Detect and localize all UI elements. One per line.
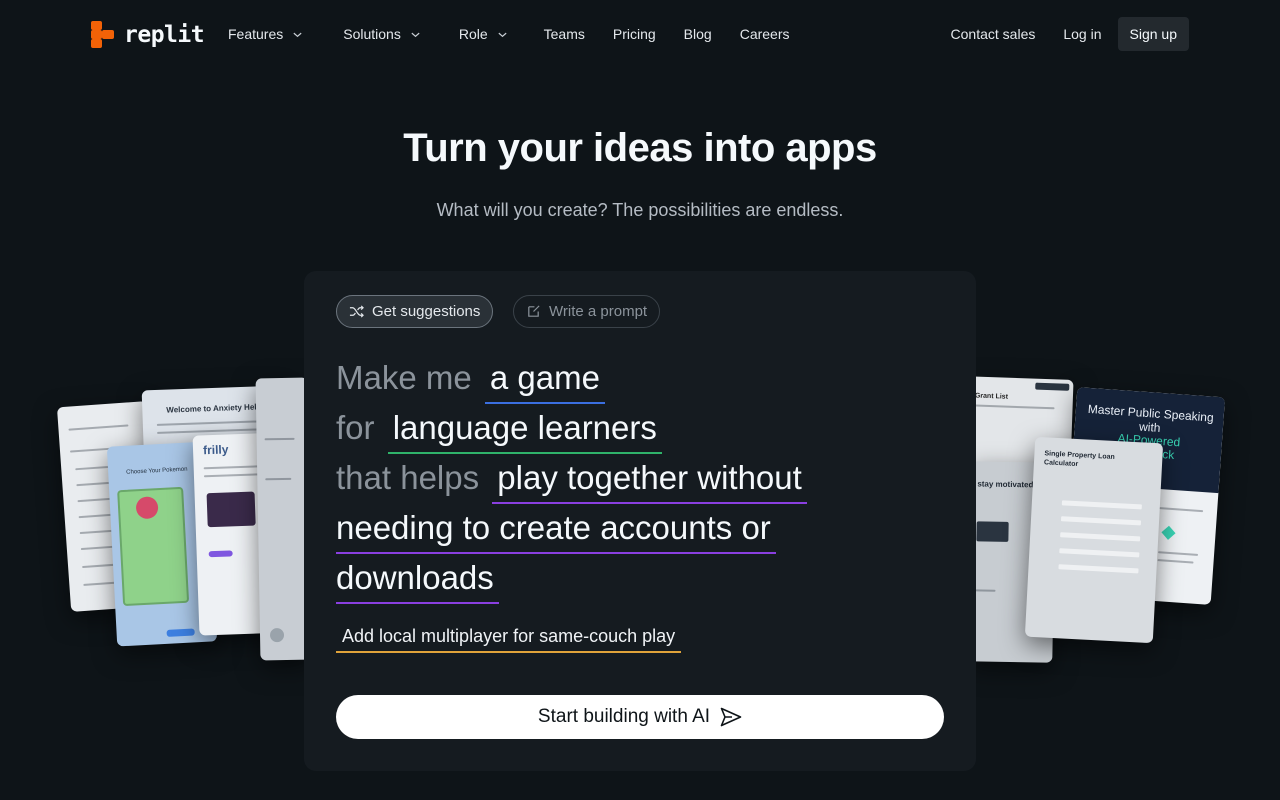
nav-item-label: Careers <box>739 26 790 42</box>
nav-item-teams[interactable]: Teams <box>544 24 585 44</box>
chip-label: Get suggestions <box>372 303 481 320</box>
send-icon <box>720 707 742 727</box>
prompt-line: for language learners <box>336 403 956 454</box>
prompt-answer-how-end[interactable]: downloads <box>336 553 499 604</box>
nav-item-careers[interactable]: Careers <box>740 24 790 44</box>
contact-sales-link[interactable]: Contact sales <box>951 26 1036 42</box>
nav-item-solutions[interactable]: Solutions <box>343 24 421 44</box>
shuffle-icon <box>349 305 364 318</box>
answer-text: language learners <box>392 409 657 446</box>
nav-item-label: Blog <box>683 26 712 42</box>
get-suggestions-chip[interactable]: Get suggestions <box>336 295 494 328</box>
prompt-answer-what[interactable]: a game <box>484 353 605 404</box>
prompt-lead: Make me <box>336 359 472 396</box>
card-logo: frilly <box>202 442 229 458</box>
write-prompt-chip[interactable]: Write a prompt <box>513 295 661 328</box>
nav-item-label: Pricing <box>612 26 656 42</box>
top-navigation: replit Features Solutions Role Teams Pri… <box>0 0 1280 68</box>
hero-subtitle: What will you create? The possibilities … <box>436 200 844 220</box>
replit-logo-icon <box>91 21 114 48</box>
card-title: Welcome to Anxiety Helper <box>166 402 270 415</box>
nav-item-label: Teams <box>543 26 585 42</box>
prompt-builder: Get suggestions Write a prompt Make me a… <box>304 271 976 771</box>
nav-item-label: Features <box>228 26 284 42</box>
sign-up-button[interactable]: Sign up <box>1117 17 1189 51</box>
prompt-lead: that helps <box>336 459 480 496</box>
prompt-lead: for <box>336 409 375 446</box>
answer-text: play together without <box>497 459 802 496</box>
answer-text: downloads <box>336 559 494 596</box>
chip-label: Write a prompt <box>549 303 648 320</box>
nav-item-label: Solutions <box>343 26 401 42</box>
log-in-link[interactable]: Log in <box>1063 26 1101 42</box>
prompt-line: that helps play together without <box>336 453 956 504</box>
nav-item-role[interactable]: Role <box>459 24 508 44</box>
card-title: Single Property Loan Calculator <box>1043 450 1115 469</box>
answer-text: needing to create accounts or <box>336 509 771 546</box>
nav-item-label: Role <box>458 26 488 42</box>
nav-item-features[interactable]: Features <box>228 24 303 44</box>
prompt-answer-who[interactable]: language learners <box>387 403 662 454</box>
prompt-answer-how-cont[interactable]: needing to create accounts or <box>336 503 776 554</box>
suggestion-pill[interactable]: Add local multiplayer for same-couch pla… <box>336 626 682 653</box>
replit-logo[interactable]: replit <box>91 21 205 48</box>
card-title: Choose Your Pokemon <box>126 466 188 476</box>
main-menu: Features Solutions Role Teams Pricing Bl… <box>228 24 818 44</box>
card-title: stay motivated <box>977 479 1034 490</box>
start-building-button[interactable]: Start building with AI <box>336 695 944 739</box>
prompt-line: downloads <box>336 553 956 604</box>
brand-name: replit <box>124 21 205 48</box>
prompt-sentence: Make me a game for language learners tha… <box>336 353 956 604</box>
chevron-down-icon <box>498 32 507 37</box>
cta-label: Start building with AI <box>537 706 711 727</box>
hero-title: Turn your ideas into apps <box>403 126 877 170</box>
prompt-line: needing to create accounts or <box>336 503 956 554</box>
card-title: Grant List <box>974 392 1009 401</box>
edit-icon <box>528 305 540 317</box>
prompt-line: Make me a game <box>336 353 956 404</box>
prompt-answer-how[interactable]: play together without <box>492 453 807 504</box>
chevron-down-icon <box>411 32 420 37</box>
answer-underline <box>336 602 499 604</box>
chevron-down-icon <box>293 32 302 37</box>
account-links: Contact sales Log in Sign up <box>951 17 1189 51</box>
app-preview-card: Single Property Loan Calculator <box>1024 436 1164 644</box>
nav-item-blog[interactable]: Blog <box>684 24 712 44</box>
nav-item-pricing[interactable]: Pricing <box>613 24 656 44</box>
answer-text: a game <box>489 359 600 396</box>
